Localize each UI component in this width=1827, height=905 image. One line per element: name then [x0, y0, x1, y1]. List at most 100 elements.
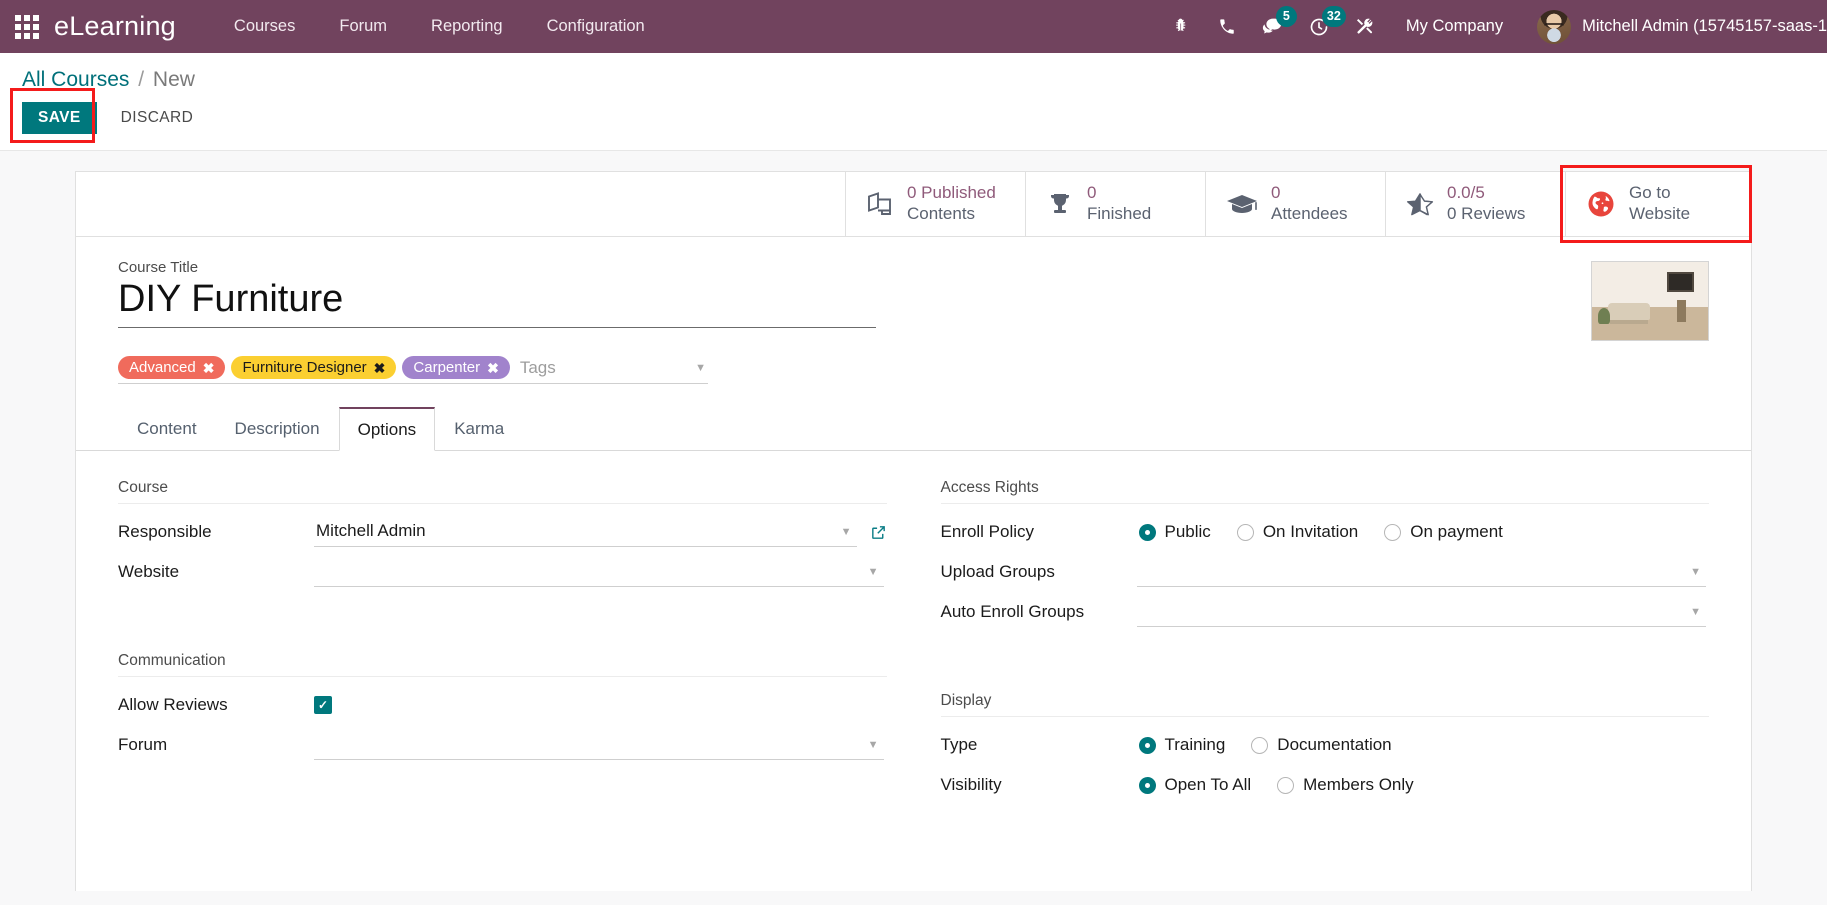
forum-input[interactable]: [314, 730, 884, 760]
save-button[interactable]: SAVE: [22, 102, 97, 135]
allow-reviews-checkbox[interactable]: ✓: [314, 696, 332, 715]
tag-label: Furniture Designer: [242, 359, 367, 377]
enroll-policy-option-on-invitation[interactable]: On Invitation: [1236, 522, 1359, 542]
field-row-responsible: Responsible ▼: [118, 514, 887, 550]
tab-content[interactable]: Content: [118, 407, 216, 451]
website-label: Website: [118, 562, 180, 582]
radio-icon[interactable]: [1138, 776, 1156, 794]
stat-value: 0.0/5: [1447, 183, 1485, 203]
stat-value: 0: [1271, 183, 1281, 203]
radio-label: Public: [1164, 522, 1211, 542]
visibility-radio-group: Open To All Members Only: [1137, 775, 1414, 795]
course-tags-field[interactable]: Advanced ✖ Furniture Designer ✖ Carpente…: [118, 356, 708, 385]
stat-label: Attendees: [1271, 204, 1348, 224]
radio-label: Open To All: [1164, 775, 1252, 795]
form-view-background: 0 Published Contents 0 Finished 0 Attend…: [0, 151, 1827, 905]
course-title-input[interactable]: [118, 278, 876, 328]
left-column-spacer: [118, 594, 887, 652]
stat-button-finished[interactable]: 0 Finished: [1025, 172, 1205, 237]
breadcrumb-all-courses[interactable]: All Courses: [22, 68, 129, 91]
radio-icon[interactable]: [1251, 736, 1269, 754]
stat-button-published-contents[interactable]: 0 Published Contents: [845, 172, 1025, 237]
user-menu[interactable]: Mitchell Admin (15745157-saas-1: [1521, 9, 1827, 44]
chevron-down-icon[interactable]: ▼: [1690, 566, 1701, 578]
menu-item-configuration[interactable]: Configuration: [525, 0, 667, 53]
star-half-icon: [1406, 191, 1434, 218]
radio-icon[interactable]: [1384, 523, 1402, 541]
group-title-communication: Communication: [118, 652, 887, 678]
stat-value: 0: [1087, 183, 1097, 203]
company-switcher[interactable]: My Company: [1388, 17, 1521, 36]
go-to-website-line2: Website: [1629, 204, 1691, 224]
form-body: Course Title Advanced ✖ Furniture Design…: [76, 237, 1751, 807]
chevron-down-icon[interactable]: ▼: [868, 739, 879, 751]
breadcrumb: All Courses / New: [0, 67, 1827, 92]
visibility-option-open-to-all[interactable]: Open To All: [1138, 775, 1252, 795]
radio-icon[interactable]: [1138, 523, 1156, 541]
tab-description[interactable]: Description: [216, 407, 339, 451]
bug-icon[interactable]: [1158, 0, 1204, 53]
tag-furniture-designer: Furniture Designer ✖: [231, 356, 397, 380]
chevron-down-icon[interactable]: ▼: [695, 362, 708, 374]
chevron-down-icon[interactable]: ▼: [868, 566, 879, 578]
field-row-auto-enroll-groups: Auto Enroll Groups ▼: [941, 594, 1710, 630]
chevron-down-icon[interactable]: ▼: [841, 526, 852, 538]
enroll-policy-option-on-payment[interactable]: On payment: [1384, 522, 1503, 542]
radio-label: Training: [1164, 735, 1226, 755]
breadcrumb-separator: /: [138, 68, 145, 91]
activities-clock-icon[interactable]: 32: [1296, 0, 1346, 53]
tab-options[interactable]: Options: [338, 407, 436, 452]
course-cover-image[interactable]: [1591, 261, 1709, 342]
group-title-access-rights: Access Rights: [940, 479, 1709, 505]
tools-icon[interactable]: [1342, 0, 1388, 53]
avatar: [1537, 9, 1572, 44]
website-input[interactable]: [314, 557, 884, 587]
radio-label: On Invitation: [1262, 522, 1359, 542]
app-brand-elearning[interactable]: eLearning: [54, 13, 176, 40]
radio-icon[interactable]: [1277, 776, 1295, 794]
tag-label: Carpenter: [413, 359, 481, 377]
type-option-documentation[interactable]: Documentation: [1251, 735, 1392, 755]
discard-button[interactable]: DISCARD: [107, 102, 208, 134]
stat-label: 0 Reviews: [1447, 204, 1526, 224]
record-action-buttons: SAVE DISCARD: [0, 88, 1827, 150]
field-row-visibility: Visibility Open To All Members Only: [941, 767, 1710, 803]
stat-button-attendees[interactable]: 0 Attendees: [1205, 172, 1385, 237]
chevron-down-icon[interactable]: ▼: [1690, 606, 1701, 618]
type-option-training[interactable]: Training: [1138, 735, 1226, 755]
control-panel: All Courses / New SAVE DISCARD: [0, 53, 1827, 152]
breadcrumb-current: New: [152, 68, 195, 91]
external-link-icon[interactable]: [870, 524, 887, 541]
field-row-website: Website ▼: [118, 554, 887, 590]
form-sheet: 0 Published Contents 0 Finished 0 Attend…: [75, 165, 1752, 892]
copy-contents-icon: [866, 191, 894, 217]
radio-icon[interactable]: [1236, 523, 1254, 541]
tags-placeholder[interactable]: Tags: [516, 358, 695, 378]
phone-icon[interactable]: [1204, 0, 1250, 53]
stat-button-reviews[interactable]: 0.0/5 0 Reviews: [1385, 172, 1565, 237]
tag-remove-icon[interactable]: ✖: [374, 361, 386, 375]
tag-remove-icon[interactable]: ✖: [203, 361, 215, 375]
field-row-allow-reviews: Allow Reviews ✓: [118, 687, 887, 723]
radio-icon[interactable]: [1138, 736, 1156, 754]
apps-grid-icon[interactable]: [0, 0, 54, 53]
messages-icon[interactable]: 5: [1250, 0, 1297, 53]
enroll-policy-radio-group: Public On Invitation On payment: [1137, 522, 1503, 542]
stat-label: Contents: [907, 204, 976, 224]
trophy-icon: [1046, 191, 1074, 217]
top-navbar: eLearning Courses Forum Reporting Config…: [0, 0, 1827, 53]
enroll-policy-option-public[interactable]: Public: [1138, 522, 1211, 542]
tag-remove-icon[interactable]: ✖: [487, 361, 499, 375]
menu-item-courses[interactable]: Courses: [212, 0, 317, 53]
auto-enroll-groups-input[interactable]: [1136, 597, 1707, 627]
menu-item-reporting[interactable]: Reporting: [409, 0, 525, 53]
tab-karma[interactable]: Karma: [435, 407, 523, 451]
menu-item-forum[interactable]: Forum: [317, 0, 409, 53]
visibility-option-members-only[interactable]: Members Only: [1277, 775, 1414, 795]
upload-groups-input[interactable]: [1136, 557, 1707, 587]
field-row-forum: Forum ▼: [118, 727, 887, 763]
go-to-website-button[interactable]: Go to Website: [1560, 165, 1752, 244]
responsible-input[interactable]: [314, 517, 857, 547]
group-title-course: Course: [118, 479, 887, 505]
type-label: Type: [940, 735, 978, 755]
